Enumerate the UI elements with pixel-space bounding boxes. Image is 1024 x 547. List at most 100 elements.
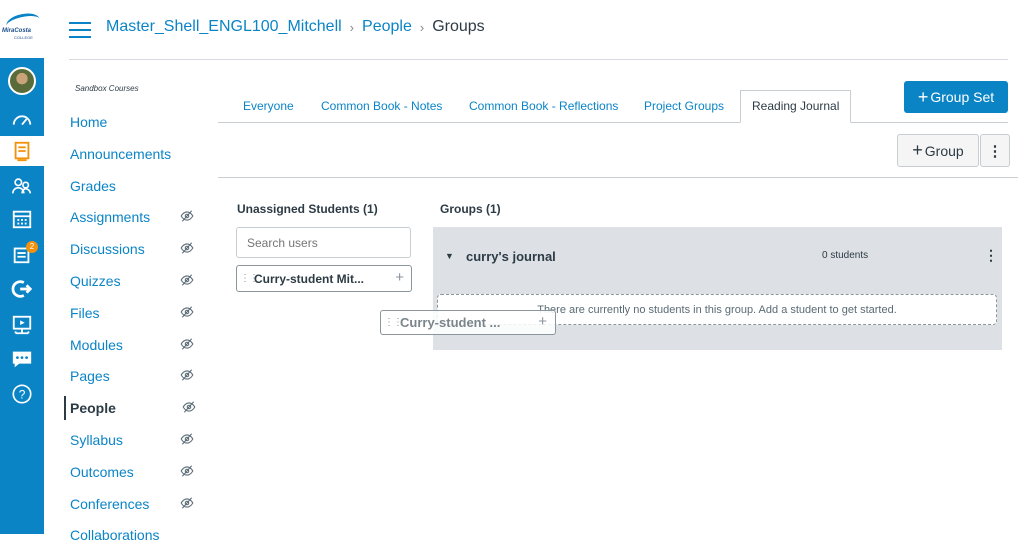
- kebab-icon: ⋮: [987, 142, 1003, 160]
- group-name[interactable]: curry's journal: [466, 249, 556, 264]
- chat-icon: [12, 351, 32, 368]
- course-menu-toggle[interactable]: [69, 22, 91, 38]
- toolbar-divider: [218, 177, 1018, 178]
- course-nav-item-discussions[interactable]: Discussions: [64, 237, 204, 261]
- course-nav-item-people[interactable]: People: [64, 396, 206, 421]
- hamburger-icon-bar: [69, 22, 91, 24]
- caret-down-icon[interactable]: ▼: [445, 251, 454, 261]
- breadcrumb-course[interactable]: Master_Shell_ENGL100_Mitchell: [106, 18, 342, 36]
- nav-commons[interactable]: [0, 274, 44, 304]
- header-divider: [69, 59, 1008, 60]
- plus-icon: +: [538, 313, 547, 330]
- hidden-eye-icon: [180, 337, 194, 350]
- commons-arrow-icon: [11, 280, 33, 298]
- course-nav-label: Discussions: [70, 241, 145, 258]
- course-nav-item-home[interactable]: Home: [64, 110, 204, 134]
- studio-icon: [12, 315, 32, 335]
- tab-reading-journal[interactable]: Reading Journal: [740, 90, 852, 123]
- course-nav-label: Outcomes: [70, 463, 134, 480]
- course-nav-label: Pages: [70, 368, 110, 385]
- course-nav-item-outcomes[interactable]: Outcomes: [64, 460, 204, 484]
- breadcrumb-people[interactable]: People: [362, 18, 412, 36]
- course-subtitle: Sandbox Courses: [75, 84, 139, 93]
- course-nav-label: People: [70, 400, 116, 417]
- chevron-right-icon: ›: [349, 19, 355, 35]
- logo-line1: MiraCosta: [2, 28, 32, 34]
- course-nav-label: Grades: [70, 177, 116, 194]
- courses-icon: [14, 141, 30, 162]
- groups-icon: [12, 178, 32, 194]
- chevron-right-icon: ›: [419, 19, 425, 35]
- add-group-set-button[interactable]: + Group Set: [904, 81, 1008, 113]
- group-tabs: Everyone Common Book - Notes Common Book…: [218, 90, 1008, 123]
- hidden-eye-icon: [182, 401, 196, 413]
- add-group-set-label: Group Set: [930, 89, 995, 105]
- student-name: Curry-student Mit...: [254, 271, 364, 286]
- nav-account[interactable]: [0, 66, 44, 96]
- hidden-eye-icon: [180, 496, 194, 509]
- course-nav-label: Collaborations: [70, 527, 160, 544]
- group-student-count: 0 students: [822, 250, 869, 261]
- course-nav-label: Files: [70, 304, 100, 321]
- search-users-input[interactable]: [236, 227, 411, 258]
- breadcrumb: Master_Shell_ENGL100_Mitchell › People ›…: [106, 18, 485, 36]
- hamburger-icon-bar: [69, 36, 91, 38]
- hamburger-icon-bar: [69, 29, 91, 31]
- breadcrumb-current: Groups: [432, 18, 485, 35]
- global-navigation: MiraCosta COLLEGE 2 ?: [0, 0, 44, 534]
- help-icon: ?: [12, 384, 32, 404]
- nav-studio[interactable]: [0, 310, 44, 340]
- course-nav-item-collaborations[interactable]: Collaborations: [64, 523, 204, 547]
- add-group-label: Group: [924, 142, 964, 159]
- hidden-eye-icon: [180, 274, 194, 286]
- hidden-eye-icon: [180, 433, 194, 445]
- tab-common-book-reflections[interactable]: Common Book - Reflections: [469, 96, 618, 122]
- groups-heading: Groups (1): [440, 202, 501, 216]
- drag-handle-icon: ⋮⋮: [384, 317, 403, 328]
- tab-common-book-notes[interactable]: Common Book - Notes: [321, 96, 442, 122]
- course-nav-item-pages[interactable]: Pages: [64, 364, 204, 388]
- nav-calendar[interactable]: [0, 204, 44, 234]
- nav-inbox[interactable]: 2: [0, 239, 44, 269]
- course-nav-label: Home: [70, 114, 108, 130]
- course-nav-label: Modules: [70, 336, 123, 353]
- nav-chat[interactable]: [0, 344, 44, 374]
- notification-badge: 2: [26, 241, 38, 253]
- avatar: [8, 67, 36, 95]
- course-nav-label: Assignments: [70, 209, 151, 226]
- dashboard-icon: [12, 115, 32, 126]
- svg-text:?: ?: [19, 388, 26, 402]
- course-nav-item-quizzes[interactable]: Quizzes: [64, 269, 204, 293]
- course-nav-item-assignments[interactable]: Assignments: [64, 205, 204, 229]
- course-nav-label: Conferences: [70, 495, 150, 512]
- drag-handle-icon[interactable]: ⋮⋮: [240, 273, 259, 284]
- tab-project-groups[interactable]: Project Groups: [644, 96, 724, 122]
- add-group-button[interactable]: + Group: [897, 134, 979, 167]
- course-nav-item-files[interactable]: Files: [64, 301, 204, 325]
- nav-courses[interactable]: [0, 136, 44, 166]
- nav-dashboard[interactable]: [0, 105, 44, 135]
- nav-groups[interactable]: [0, 171, 44, 201]
- course-nav-item-grades[interactable]: Grades: [64, 174, 204, 198]
- hidden-eye-icon: [180, 465, 194, 477]
- course-nav-item-syllabus[interactable]: Syllabus: [64, 428, 204, 452]
- tab-everyone[interactable]: Everyone: [243, 96, 294, 122]
- dragged-student-item[interactable]: ⋮⋮ Curry-student ... +: [380, 310, 556, 335]
- unassigned-student-item[interactable]: ⋮⋮ Curry-student Mit... +: [236, 265, 412, 292]
- course-nav-label: Quizzes: [70, 273, 121, 289]
- group-set-options-button[interactable]: ⋮: [980, 134, 1010, 167]
- group-options-kebab-icon[interactable]: ⋮: [984, 247, 998, 264]
- hidden-eye-icon: [180, 242, 194, 254]
- course-nav-item-modules[interactable]: Modules: [64, 333, 204, 357]
- nav-help[interactable]: ?: [0, 379, 44, 409]
- hidden-eye-icon: [180, 210, 194, 222]
- assign-plus-icon[interactable]: +: [395, 269, 404, 286]
- college-logo[interactable]: MiraCosta COLLEGE: [0, 0, 44, 58]
- course-nav-label: Announcements: [70, 145, 172, 162]
- course-nav-item-announcements[interactable]: Announcements: [64, 142, 204, 166]
- course-nav-item-conferences[interactable]: Conferences: [64, 492, 204, 516]
- course-nav-label: Syllabus: [70, 432, 123, 448]
- plus-icon: +: [912, 140, 923, 160]
- logo-line2: COLLEGE: [14, 35, 33, 40]
- unassigned-heading: Unassigned Students (1): [237, 202, 378, 216]
